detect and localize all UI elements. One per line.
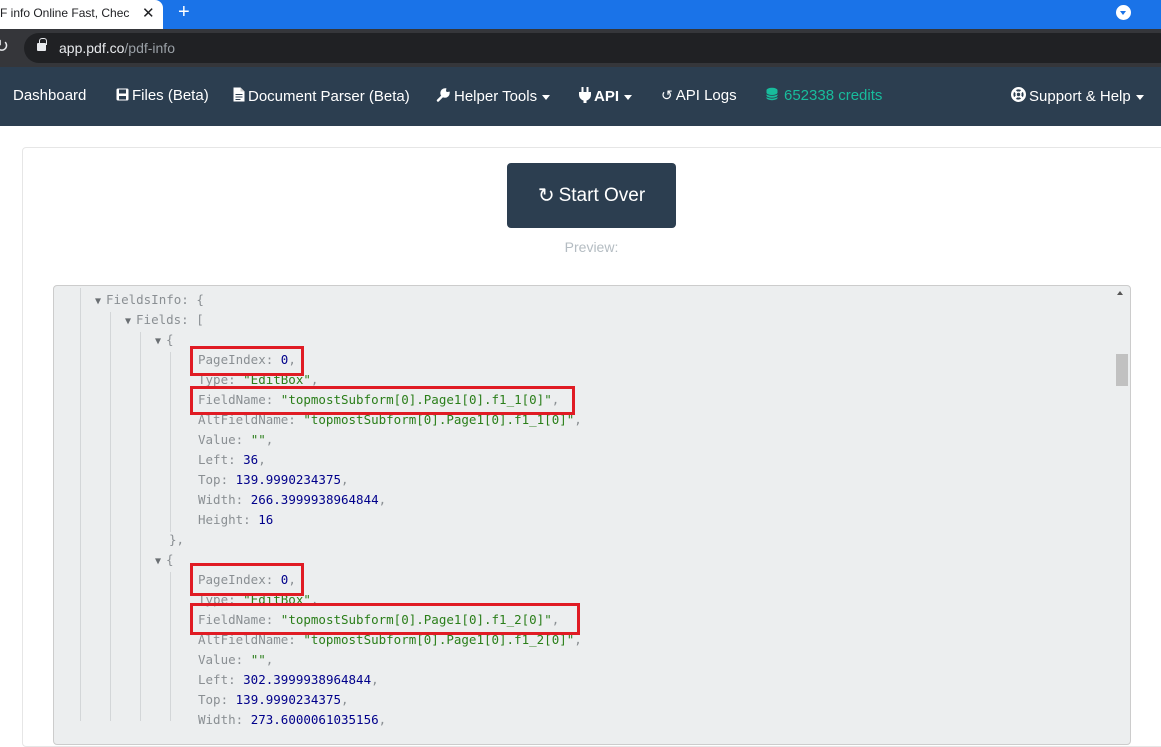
collapse-triangle-icon[interactable]: ▼ xyxy=(95,296,101,307)
preview-label: Preview: xyxy=(564,239,619,255)
nav-api-logs-label: API Logs xyxy=(675,87,737,104)
chevron-down-icon xyxy=(542,94,551,100)
indent-guide xyxy=(110,312,111,721)
reload-icon[interactable]: ↻ xyxy=(0,36,9,57)
json-line-value: Value: "", xyxy=(198,652,274,667)
tab-title: F info Online Fast, Check N xyxy=(0,6,130,20)
json-line-top: Top: 139.9990234375, xyxy=(198,472,349,487)
indent-guide xyxy=(170,352,171,532)
browser-tab[interactable]: F info Online Fast, Check N ✕ xyxy=(0,0,163,29)
highlight-box xyxy=(190,346,304,376)
nav-dashboard-label: Dashboard xyxy=(13,87,87,104)
json-line-left: Left: 302.3999938964844, xyxy=(198,672,379,687)
nav-credits[interactable]: 652338 credits xyxy=(766,87,882,104)
start-over-label: Start Over xyxy=(558,184,646,206)
life-ring-icon xyxy=(1010,86,1027,105)
nav-credits-label: 652338 credits xyxy=(784,87,883,104)
chevron-down-icon xyxy=(1135,94,1144,100)
tab-close-icon[interactable]: ✕ xyxy=(142,4,155,22)
save-icon xyxy=(116,88,129,104)
json-line-top: Top: 139.9990234375, xyxy=(198,692,349,707)
history-icon: ↺ xyxy=(661,87,673,103)
json-line-object-close: }, xyxy=(169,532,185,547)
app-navbar: Dashboard Files (Beta) Document Parser (… xyxy=(0,67,1161,126)
nav-dashboard[interactable]: Dashboard xyxy=(13,87,86,104)
json-line-height: Height: 16 xyxy=(198,512,274,527)
browser-tab-bar: F info Online Fast, Check N ✕ + xyxy=(0,0,1161,29)
json-line-value: Value: "", xyxy=(198,432,274,447)
nav-support-label: Support & Help xyxy=(1029,87,1131,105)
collapse-triangle-icon[interactable]: ▼ xyxy=(125,316,131,327)
json-line-object-open[interactable]: ▼{ xyxy=(155,330,174,352)
refresh-icon: ↻ xyxy=(537,185,555,207)
nav-api-logs[interactable]: ↺ API Logs xyxy=(661,87,737,104)
collapse-triangle-icon[interactable]: ▼ xyxy=(155,556,161,567)
json-line-fields[interactable]: ▼ Fields: [ xyxy=(125,310,204,332)
highlight-box xyxy=(190,563,304,596)
file-icon xyxy=(233,87,245,105)
chevron-down-icon xyxy=(624,95,633,100)
address-bar: ↻ app.pdf.co/pdf-info xyxy=(0,29,1161,67)
url-input[interactable]: app.pdf.co/pdf-info xyxy=(24,33,1161,63)
json-line-fieldsinfo[interactable]: ▼ FieldsInfo: { xyxy=(95,290,204,312)
scrollbar-thumb[interactable] xyxy=(1116,354,1128,386)
nav-api[interactable]: API xyxy=(579,87,633,106)
nav-api-label: API xyxy=(594,88,620,105)
lock-icon xyxy=(37,38,47,51)
new-tab-icon[interactable]: + xyxy=(178,1,190,24)
coins-icon xyxy=(766,87,781,104)
plug-icon xyxy=(579,87,591,106)
wrench-icon xyxy=(436,87,451,105)
highlight-box xyxy=(190,603,580,635)
tab-search-icon[interactable] xyxy=(1116,5,1131,20)
nav-files[interactable]: Files (Beta) xyxy=(116,87,209,104)
nav-support[interactable]: Support & Help xyxy=(1010,86,1144,105)
json-line-object-open[interactable]: ▼{ xyxy=(155,550,174,572)
nav-document-parser-label: Document Parser (Beta) xyxy=(248,87,410,105)
json-line-width: Width: 266.3999938964844, xyxy=(198,492,387,507)
nav-helper-tools-label: Helper Tools xyxy=(454,87,538,105)
nav-helper-tools[interactable]: Helper Tools xyxy=(436,87,551,105)
indent-guide xyxy=(170,572,171,721)
scroll-up-arrow-icon[interactable] xyxy=(1117,291,1123,295)
url-text: app.pdf.co/pdf-info xyxy=(59,40,175,56)
json-line-left: Left: 36, xyxy=(198,452,266,467)
collapse-triangle-icon[interactable]: ▼ xyxy=(155,336,161,347)
json-line-width: Width: 273.6000061035156, xyxy=(198,712,387,727)
indent-guide xyxy=(140,332,141,721)
clipped-line xyxy=(180,277,360,280)
start-over-button[interactable]: ↻ Start Over xyxy=(507,163,676,228)
highlight-box xyxy=(190,386,575,415)
indent-guide xyxy=(80,288,81,721)
nav-document-parser[interactable]: Document Parser (Beta) xyxy=(233,87,410,105)
nav-files-label: Files (Beta) xyxy=(132,87,209,104)
